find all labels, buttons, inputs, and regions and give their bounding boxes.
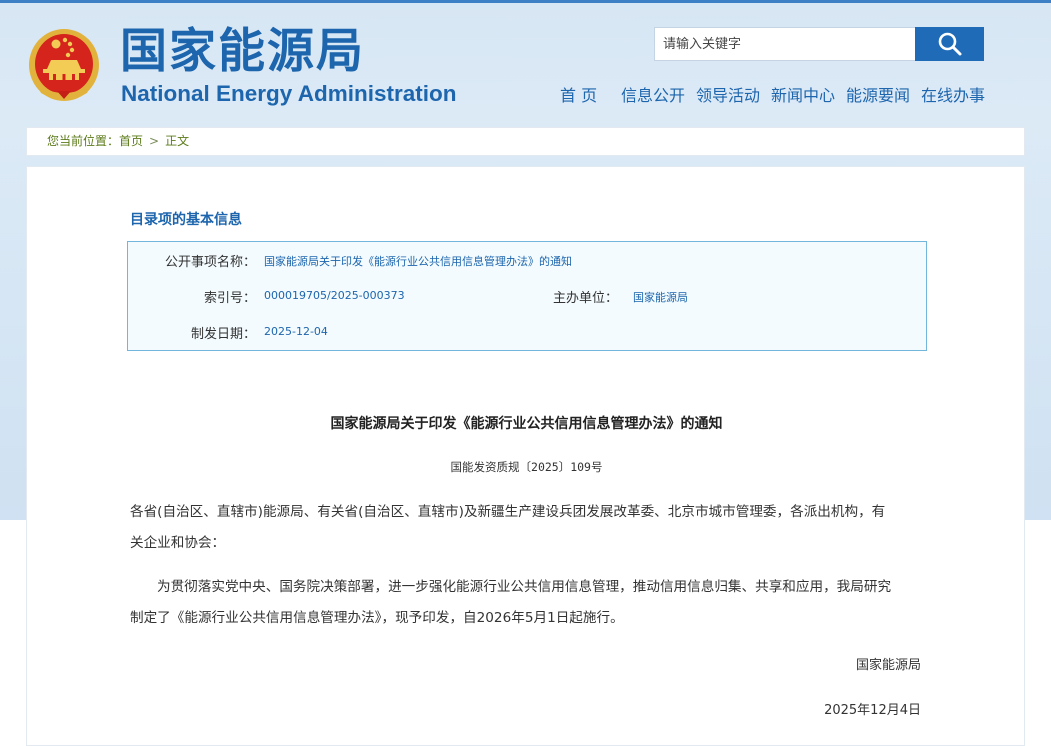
info-row-name: 公开事项名称： 国家能源局关于印发《能源行业公共信用信息管理办法》的通知 (128, 251, 926, 271)
sign-date: 2025年12月4日 (824, 703, 921, 718)
breadcrumb-prefix: 您当前位置： (47, 134, 120, 148)
nav-item-news-center[interactable]: 新闻中心 (771, 82, 835, 106)
breadcrumb-separator: > (149, 134, 160, 148)
national-emblem-icon[interactable] (27, 27, 101, 103)
search-button[interactable] (915, 27, 984, 61)
breadcrumb: 您当前位置：首页 > 正文 (26, 127, 1025, 156)
site-logo-chinese[interactable]: 国家能源局 (120, 22, 365, 82)
article-card: 目录项的基本信息 公开事项名称： 国家能源局关于印发《能源行业公共信用信息管理办… (26, 166, 1025, 746)
info-name-value: 国家能源局关于印发《能源行业公共信用信息管理办法》的通知 (264, 255, 572, 268)
info-index-value: 000019705/2025-000373 (264, 289, 405, 302)
nav-item-energy-news[interactable]: 能源要闻 (846, 82, 910, 106)
info-row-index: 索引号： 000019705/2025-000373 主办单位： 国家能源局 (128, 287, 926, 307)
search-box (654, 27, 984, 61)
nav-item-home[interactable]: 首 页 (560, 82, 597, 106)
addressee-line-2: 关企业和协会： (130, 535, 226, 551)
info-index-label: 索引号： (203, 291, 256, 306)
body-line-2: 制定了《能源行业公共信用信息管理办法》，现予印发，自2026年5月1日起施行。 (130, 610, 624, 626)
info-org-value: 国家能源局 (633, 291, 688, 304)
breadcrumb-current: 正文 (165, 134, 190, 148)
addressee-line-1: 各省(自治区、直辖市)能源局、有关省(自治区、直辖市)及新疆生产建设兵团发展改革… (130, 504, 886, 520)
search-input[interactable] (655, 28, 925, 60)
info-date-label: 制发日期： (190, 327, 256, 342)
document-number: 国能发资质规〔2025〕109号 (450, 460, 603, 474)
info-name-label: 公开事项名称： (164, 255, 256, 270)
site-header: 国家能源局 National Energy Administration 首 页… (0, 0, 1051, 125)
signatory: 国家能源局 (855, 658, 921, 673)
breadcrumb-home-link[interactable]: 首页 (119, 128, 143, 155)
search-icon (938, 32, 961, 56)
nav-item-leadership[interactable]: 领导活动 (696, 82, 760, 106)
document-title: 国家能源局关于印发《能源行业公共信用信息管理办法》的通知 (330, 416, 723, 432)
info-date-value: 2025-12-04 (264, 325, 328, 338)
site-logo-english[interactable]: National Energy Administration (121, 80, 456, 108)
info-table: 公开事项名称： 国家能源局关于印发《能源行业公共信用信息管理办法》的通知 索引号… (127, 241, 927, 351)
nav-item-info-disclosure[interactable]: 信息公开 (621, 82, 685, 106)
nav-item-online-services[interactable]: 在线办事 (921, 82, 985, 106)
info-row-date: 制发日期： 2025-12-04 (128, 323, 926, 343)
info-section-title: 目录项的基本信息 (130, 212, 242, 228)
info-org-label: 主办单位： (552, 291, 618, 306)
body-line-1: 为贯彻落实党中央、国务院决策部署，进一步强化能源行业公共信用信息管理，推动信用信… (157, 579, 892, 595)
